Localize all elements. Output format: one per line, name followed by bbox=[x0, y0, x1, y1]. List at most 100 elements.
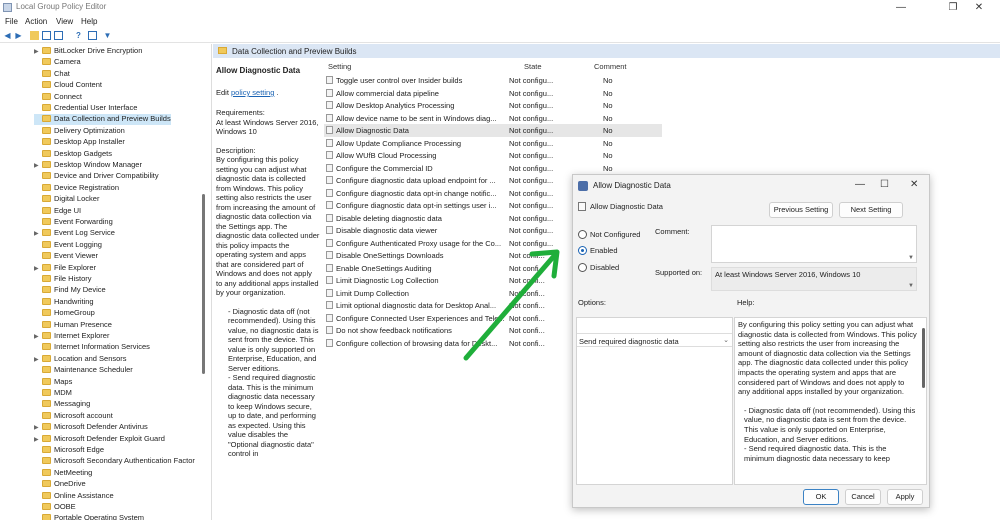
tree-item[interactable]: ▶ Location and Sensors bbox=[34, 354, 127, 365]
tree-item[interactable]: Maps bbox=[34, 377, 72, 388]
folder-up-icon[interactable] bbox=[30, 31, 39, 40]
supported-scroll-down-icon[interactable]: ▼ bbox=[908, 283, 914, 289]
requirements-value: At least Windows Server 2016, Windows 10 bbox=[216, 117, 319, 137]
tree-item[interactable]: HomeGroup bbox=[34, 308, 95, 319]
tree-item[interactable]: Credential User Interface bbox=[34, 103, 137, 114]
tree-item[interactable]: Chat bbox=[34, 69, 70, 80]
tree-item[interactable]: Desktop Gadgets bbox=[34, 149, 112, 160]
tree-scrollbar[interactable] bbox=[202, 194, 205, 374]
previous-setting-button[interactable]: Previous Setting bbox=[769, 202, 833, 218]
tree-item[interactable]: ▶ Desktop Window Manager bbox=[34, 160, 142, 171]
setting-row[interactable]: Allow Update Compliance Processing Not co… bbox=[324, 137, 662, 150]
tree-item[interactable]: Event Viewer bbox=[34, 251, 98, 262]
tree-item[interactable]: Event Logging bbox=[34, 240, 102, 251]
tree-item[interactable]: Messaging bbox=[34, 399, 90, 410]
edit-policy-link[interactable]: policy setting bbox=[231, 88, 274, 97]
menu-bar: File Action View Help bbox=[0, 15, 1000, 28]
expand-arrow-icon[interactable]: ▶ bbox=[34, 265, 42, 272]
dialog-maximize-button[interactable]: ☐ bbox=[880, 179, 889, 190]
policy-icon bbox=[326, 301, 333, 309]
tree-item[interactable]: Edge UI bbox=[34, 206, 81, 217]
tree-item[interactable]: Device Registration bbox=[34, 183, 119, 194]
expand-arrow-icon[interactable]: ▶ bbox=[34, 230, 42, 237]
tree-item-label: Digital Locker bbox=[54, 194, 100, 204]
tree-item[interactable]: ▶ Event Log Service bbox=[34, 228, 115, 239]
show-hide-tree-icon[interactable] bbox=[42, 31, 51, 40]
tree-item[interactable]: OOBE bbox=[34, 502, 76, 513]
tree-item[interactable]: Microsoft account bbox=[34, 411, 113, 422]
tree-item[interactable]: MDM bbox=[34, 388, 72, 399]
expand-arrow-icon[interactable]: ▶ bbox=[34, 48, 42, 55]
expand-arrow-icon[interactable]: ▶ bbox=[34, 162, 42, 169]
column-state[interactable]: State bbox=[524, 62, 542, 71]
help-scrollbar[interactable] bbox=[922, 328, 925, 388]
forward-icon[interactable]: ▶ bbox=[14, 31, 23, 40]
comment-scroll-down-icon[interactable]: ▼ bbox=[908, 255, 914, 261]
setting-row[interactable]: Allow device name to be sent in Windows … bbox=[324, 112, 662, 125]
tree-item[interactable]: Cloud Content bbox=[34, 80, 102, 91]
expand-arrow-icon[interactable]: ▶ bbox=[34, 436, 42, 443]
dialog-close-button[interactable]: ✕ bbox=[910, 179, 918, 190]
setting-row[interactable]: Configure the Commercial ID Not configu..… bbox=[324, 162, 662, 175]
expand-arrow-icon[interactable]: ▶ bbox=[34, 356, 42, 363]
help-icon[interactable]: ? bbox=[74, 31, 83, 40]
radio-disabled[interactable] bbox=[578, 263, 587, 272]
policy-icon bbox=[326, 238, 333, 247]
setting-row[interactable]: Allow Desktop Analytics Processing Not co… bbox=[324, 99, 662, 112]
tree-item[interactable]: Maintenance Scheduler bbox=[34, 365, 133, 376]
back-icon[interactable]: ◀ bbox=[3, 31, 12, 40]
tree-item[interactable]: Connect bbox=[34, 92, 82, 103]
list-icon[interactable] bbox=[54, 31, 63, 40]
tree-item[interactable]: Find My Device bbox=[34, 285, 106, 296]
tree-item[interactable]: Handwriting bbox=[34, 297, 94, 308]
tree-item[interactable]: Microsoft Edge bbox=[34, 445, 104, 456]
column-comment[interactable]: Comment bbox=[594, 62, 627, 71]
menu-view[interactable]: View bbox=[56, 17, 73, 26]
tree-item[interactable]: ▶ BitLocker Drive Encryption bbox=[34, 46, 142, 57]
radio-not-configured[interactable] bbox=[578, 230, 587, 239]
tree-item[interactable]: Internet Information Services bbox=[34, 342, 150, 353]
expand-arrow-icon[interactable]: ▶ bbox=[34, 333, 42, 340]
policy-icon bbox=[326, 88, 333, 97]
properties-icon[interactable] bbox=[88, 31, 97, 40]
cancel-button[interactable]: Cancel bbox=[845, 489, 881, 505]
menu-file[interactable]: File bbox=[5, 17, 18, 26]
tree-item[interactable]: Camera bbox=[34, 57, 81, 68]
tree-item[interactable]: Microsoft Secondary Authentication Facto… bbox=[34, 456, 195, 467]
tree-item[interactable]: OneDrive bbox=[34, 479, 86, 490]
tree-item[interactable]: ▶ Microsoft Defender Antivirus bbox=[34, 422, 148, 433]
tree-item[interactable]: Device and Driver Compatibility bbox=[34, 171, 159, 182]
minimize-button[interactable]: — bbox=[880, 0, 922, 15]
tree-item[interactable]: ▶ File Explorer bbox=[34, 263, 96, 274]
apply-button[interactable]: Apply bbox=[887, 489, 923, 505]
tree-item[interactable]: Delivery Optimization bbox=[34, 126, 125, 137]
tree-item[interactable]: Human Presence bbox=[34, 320, 112, 331]
tree-item[interactable]: Digital Locker bbox=[34, 194, 99, 205]
expand-arrow-icon[interactable]: ▶ bbox=[34, 424, 42, 431]
setting-row[interactable]: Toggle user control over Insider builds N… bbox=[324, 74, 662, 87]
folder-icon bbox=[42, 183, 51, 191]
setting-row[interactable]: Allow WUfB Cloud Processing Not configu..… bbox=[324, 149, 662, 162]
ok-button[interactable]: OK bbox=[803, 489, 839, 505]
setting-row[interactable]: Allow Diagnostic Data Not configu... No bbox=[324, 124, 662, 137]
tree-item[interactable]: File History bbox=[34, 274, 92, 285]
diagnostic-level-dropdown[interactable]: Send required diagnostic data ⌄ bbox=[577, 333, 732, 347]
radio-enabled[interactable] bbox=[578, 246, 587, 255]
tree-item[interactable]: Desktop App Installer bbox=[34, 137, 125, 148]
tree-item[interactable]: Data Collection and Preview Builds bbox=[34, 114, 171, 126]
tree-item[interactable]: Portable Operating System bbox=[34, 513, 144, 520]
comment-textarea[interactable]: ▼ bbox=[711, 225, 917, 263]
close-button[interactable]: ✕ bbox=[958, 0, 1000, 15]
tree-item[interactable]: Online Assistance bbox=[34, 491, 114, 502]
column-setting[interactable]: Setting bbox=[328, 62, 351, 71]
next-setting-button[interactable]: Next Setting bbox=[839, 202, 903, 218]
tree-item[interactable]: ▶ Internet Explorer bbox=[34, 331, 109, 342]
tree-item[interactable]: Event Forwarding bbox=[34, 217, 113, 228]
filter-icon[interactable]: ▼ bbox=[103, 31, 112, 40]
setting-row[interactable]: Allow commercial data pipeline Not config… bbox=[324, 87, 662, 100]
menu-action[interactable]: Action bbox=[25, 17, 47, 26]
tree-item[interactable]: ▶ Microsoft Defender Exploit Guard bbox=[34, 434, 165, 445]
tree-item[interactable]: NetMeeting bbox=[34, 468, 92, 479]
dialog-minimize-button[interactable]: — bbox=[855, 179, 865, 190]
menu-help[interactable]: Help bbox=[81, 17, 97, 26]
